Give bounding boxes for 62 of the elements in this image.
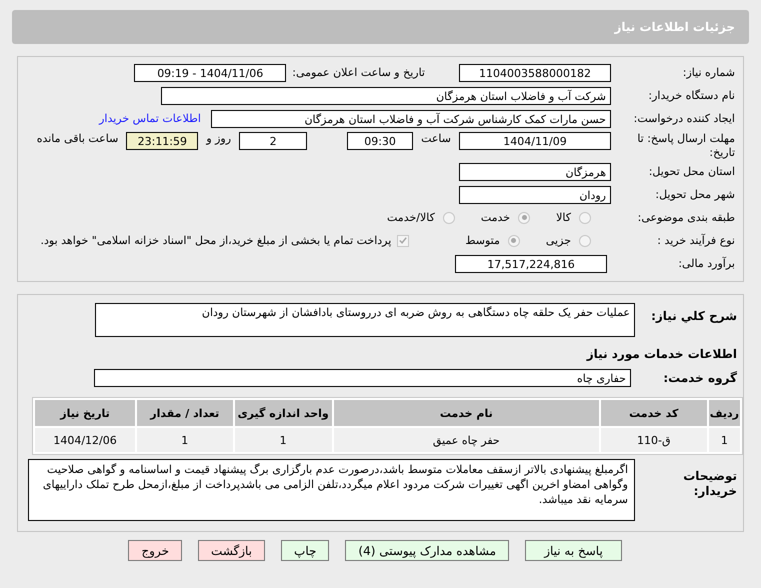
radio-label: کالا/خدمت [387, 211, 435, 224]
radio-button[interactable] [518, 212, 530, 224]
payment-note: پرداخت تمام یا بخشی از مبلغ خرید،از محل "اسناد خزانه اسلامی" خواهد بود. [40, 234, 392, 247]
deadline-date-field: 1404/11/09 [459, 132, 611, 150]
radio-button[interactable] [442, 212, 455, 224]
checkbox[interactable] [397, 234, 410, 246]
radio-button[interactable] [508, 234, 520, 246]
deadline-time-field: 09:30 [347, 132, 414, 150]
column-header: تاریخ نیاز [35, 400, 136, 426]
table-cell: 1404/12/06 [35, 428, 136, 452]
radio-label: کالا [556, 211, 571, 224]
column-header: نام خدمت [334, 400, 599, 426]
table-cell: 1 [137, 428, 233, 452]
field-label: استان محل تحویل: [648, 165, 735, 178]
buyer-field: شرکت آب و فاضلاب استان هرمزگان [161, 86, 611, 104]
field-label: طبقه بندی موضوعی: [636, 211, 735, 224]
table-cell: حفر چاه عمیق [334, 428, 599, 452]
table-cell: 1 [234, 428, 332, 452]
buyer-notes-textarea: اگرمبلغ پیشنهادی بالاتر ازسقف معاملات متوسط باشد،درصورت عدم بارگزاری برگ پیشنهاد قیمت و اساسنامه و گواهی صلاحیت وگواهی امضاو اخرین اگهی تغییرات شرکت مردود اعلام میگردد،تلفن الزامی می باشدپرداخت از مبلغ،ازمحل طرح تملک داراییهای سرمایه نقد میباشد. [28, 459, 635, 521]
field-label: مهلت ارسال پاسخ: تا تاریخ: [636, 132, 735, 160]
need-number-field: 1104003588000182 [459, 64, 611, 82]
field-label: ایجاد کننده درخواست: [632, 112, 735, 125]
field-label: شماره نیاز: [682, 66, 735, 79]
announce-date-field: 1404/11/06 - 09:19 [134, 64, 286, 82]
field-label: تاریخ و ساعت اعلان عمومی: [292, 66, 425, 79]
remaining-time-field: 23:11:59 [126, 132, 198, 150]
action-button[interactable]: بازگشت [198, 540, 266, 561]
estimate-field: 17,517,224,816 [455, 254, 607, 272]
radio-label: جزیی [546, 234, 571, 247]
action-button[interactable]: مشاهده مدارک پیوستی (4) [345, 540, 509, 561]
field-label: شهر محل تحویل: [654, 188, 735, 201]
radio-label: متوسط [465, 234, 500, 247]
action-button[interactable]: پاسخ به نیاز [525, 540, 622, 561]
days-label: روز و [206, 132, 232, 145]
province-field: هرمزگان [459, 162, 611, 180]
field-label: گروه خدمت: [662, 371, 738, 385]
remaining-label: ساعت باقی مانده [36, 132, 118, 145]
column-header: تعداد / مقدار [137, 400, 233, 426]
radio-button[interactable] [579, 234, 591, 246]
table-cell: ق-110 [600, 428, 707, 452]
column-header: واحد اندازه گیری [234, 400, 332, 426]
time-label: ساعت [421, 132, 451, 145]
column-header: ردیف [708, 400, 740, 426]
table-cell: 1 [708, 428, 740, 452]
requester-field: حسن مارات کمک کارشناس شرکت آب و فاضلاب استان هرمزگان [211, 110, 611, 128]
buyer-contact-link[interactable]: اطلاعات تماس خریدار [99, 112, 201, 125]
field-label: برآورد مالی: [677, 257, 735, 270]
days-field: 2 [239, 132, 308, 150]
city-field: رودان [459, 186, 611, 204]
action-button[interactable]: چاپ [281, 540, 330, 561]
page-title: جزئیات اطلاعات نیاز [614, 20, 735, 34]
radio-button[interactable] [579, 212, 591, 224]
section-title: اطلاعات خدمات مورد نیاز [585, 346, 738, 363]
field-label: توضیحات خریدار: [682, 468, 738, 499]
service-group-field: حفاری چاه [94, 369, 631, 387]
field-label: شرح کلي نياز: [650, 308, 738, 323]
field-label: نوع فرآیند خرید : [656, 234, 735, 247]
field-label: نام دستگاه خریدار: [647, 89, 735, 102]
column-header: کد خدمت [600, 400, 707, 426]
summary-textarea: عملیات حفر یک حلقه چاه دستگاهی به روش ضربه ای درروستای بادافشان از شهرستان رودان [95, 303, 635, 337]
radio-label: خدمت [480, 211, 510, 224]
action-button[interactable]: خروج [128, 540, 182, 561]
